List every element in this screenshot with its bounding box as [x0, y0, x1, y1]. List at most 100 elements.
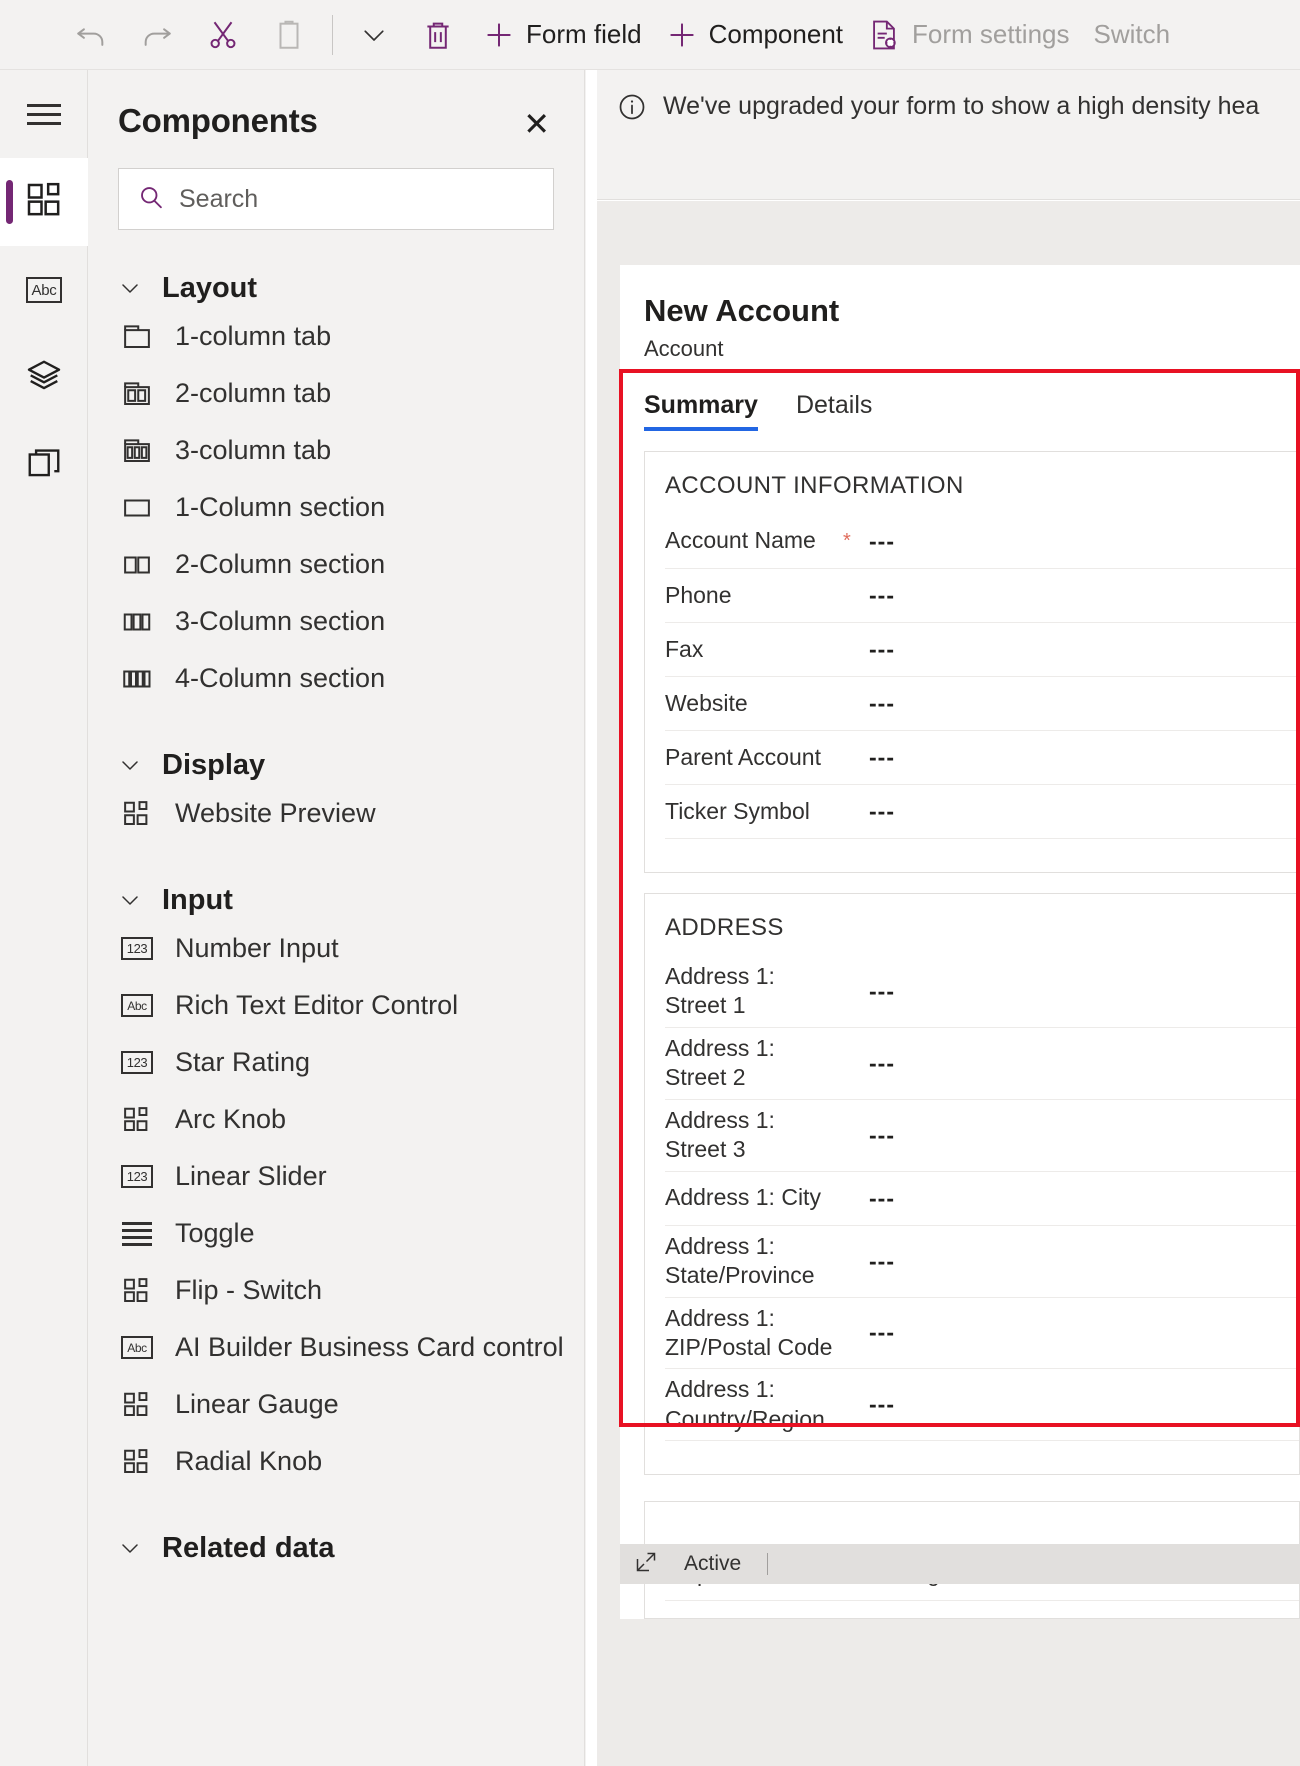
section-account-information[interactable]: ACCOUNT INFORMATION Account Name * --- P…: [644, 451, 1300, 873]
redo-button[interactable]: [124, 7, 190, 63]
page-title: Components: [118, 102, 318, 139]
component-item-flip-switch[interactable]: Flip - Switch: [88, 1262, 584, 1319]
chevron-down-icon: [359, 20, 389, 50]
field-row-address-city[interactable]: Address 1: City ---: [665, 1170, 1299, 1225]
tab-details[interactable]: Details: [796, 391, 872, 431]
component-item-radial-knob[interactable]: Radial Knob: [88, 1433, 584, 1490]
component-item-linear-slider[interactable]: 123 Linear Slider: [88, 1148, 584, 1205]
component-item-website-preview[interactable]: Website Preview: [88, 785, 584, 842]
component-item-2-column-section[interactable]: 2-Column section: [88, 536, 584, 593]
group-header-related-data[interactable]: Related data: [88, 1528, 584, 1568]
group-label: Related data: [162, 1531, 335, 1564]
component-item-star-rating[interactable]: 123 Star Rating: [88, 1034, 584, 1091]
field-value: ---: [869, 690, 895, 716]
section-address[interactable]: ADDRESS Address 1: Street 1 --- Address …: [644, 893, 1300, 1476]
component-item-label: Website Preview: [175, 798, 376, 828]
field-value: ---: [869, 798, 895, 824]
info-icon: [617, 92, 647, 127]
component-item-label: 2-Column section: [175, 549, 386, 579]
section-1col-icon: [120, 491, 154, 525]
section-3col-icon: [120, 605, 154, 639]
delete-button[interactable]: [405, 7, 471, 63]
map-drop-zone[interactable]: [665, 1600, 1299, 1618]
cut-button[interactable]: [190, 7, 256, 63]
field-value: ---: [869, 636, 895, 662]
field-label: Fax: [665, 635, 704, 662]
section-drop-zone[interactable]: [665, 1440, 1299, 1474]
add-component-button[interactable]: Component: [654, 7, 855, 63]
paste-button[interactable]: [256, 7, 322, 63]
group-header-input[interactable]: Input: [88, 880, 584, 920]
upgrade-notification: We've upgraded your form to show a high …: [597, 70, 1300, 200]
tab-summary[interactable]: Summary: [644, 391, 758, 431]
component-item-rich-text-editor-control[interactable]: Abc Rich Text Editor Control: [88, 977, 584, 1034]
add-form-field-button[interactable]: Form field: [471, 7, 654, 63]
sidebar-item-form-libraries[interactable]: [0, 422, 88, 510]
component-item-1-column-section[interactable]: 1-Column section: [88, 479, 584, 536]
field-row-phone[interactable]: Phone ---: [665, 568, 1299, 622]
component-item-toggle[interactable]: Toggle: [88, 1205, 584, 1262]
field-row-website[interactable]: Website ---: [665, 676, 1299, 730]
field-value: ---: [869, 1184, 895, 1211]
sidebar-item-fields[interactable]: Abc: [0, 246, 88, 334]
layers-icon: [25, 357, 63, 400]
component-item-ai-builder-business-card-control[interactable]: Abc AI Builder Business Card control: [88, 1319, 584, 1376]
section-title: ADDRESS: [665, 914, 784, 941]
component-icon: [120, 797, 154, 831]
abc-icon: Abc: [26, 277, 62, 303]
form-settings-label: Form settings: [912, 19, 1070, 49]
field-row-address-zip-postal-code[interactable]: Address 1: ZIP/Postal Code ---: [665, 1296, 1299, 1369]
component-item-label: Flip - Switch: [175, 1275, 323, 1305]
sidebar-item-components[interactable]: [0, 158, 88, 246]
section-title: ACCOUNT INFORMATION: [665, 472, 964, 499]
field-row-account-name[interactable]: Account Name * ---: [665, 514, 1299, 568]
component-item-label: 3-Column section: [175, 606, 386, 636]
search-input[interactable]: Search: [118, 168, 554, 230]
group-header-display[interactable]: Display: [88, 745, 584, 785]
field-value: ---: [869, 744, 895, 770]
field-value: ---: [869, 977, 895, 1004]
component-item-label: Arc Knob: [175, 1104, 287, 1134]
field-row-address-street-1[interactable]: Address 1: Street 1 ---: [665, 956, 1299, 1027]
component-item-3-column-section[interactable]: 3-Column section: [88, 593, 584, 650]
component-item-label: Radial Knob: [175, 1446, 323, 1476]
field-row-address-street-2[interactable]: Address 1: Street 2 ---: [665, 1026, 1299, 1099]
field-value: ---: [869, 1391, 895, 1418]
undo-button[interactable]: [58, 7, 124, 63]
sidebar-item-menu[interactable]: [0, 70, 88, 158]
component-item-arc-knob[interactable]: Arc Knob: [88, 1091, 584, 1148]
field-label: Phone: [665, 581, 732, 608]
field-row-address-country-region[interactable]: Address 1: Country/Region ---: [665, 1368, 1299, 1440]
form-settings-button[interactable]: Form settings: [855, 7, 1082, 63]
component-item-4-column-section[interactable]: 4-Column section: [88, 650, 584, 707]
scissors-icon: [206, 18, 240, 52]
sidebar-item-tree-view[interactable]: [0, 334, 88, 422]
more-commands-button[interactable]: [343, 7, 405, 63]
search-placeholder: Search: [179, 184, 259, 213]
switch-button[interactable]: Switch: [1082, 7, 1183, 63]
component-item-2-column-tab[interactable]: 2-column tab: [88, 365, 584, 422]
field-label: Address 1: City: [665, 1184, 821, 1211]
component-item-1-column-tab[interactable]: 1-column tab: [88, 308, 584, 365]
component-item-number-input[interactable]: 123 Number Input: [88, 920, 584, 977]
group-header-layout[interactable]: Layout: [88, 268, 584, 308]
popout-icon[interactable]: [634, 1550, 658, 1579]
field-row-fax[interactable]: Fax ---: [665, 622, 1299, 676]
left-rail: Abc: [0, 70, 88, 1766]
close-icon[interactable]: ✕: [519, 102, 554, 146]
status-badge: Active: [684, 1552, 742, 1575]
chevron-down-icon: [118, 753, 142, 777]
group-label: Input: [162, 883, 233, 916]
form-sections: ACCOUNT INFORMATION Account Name * --- P…: [620, 451, 1300, 1620]
chevron-down-icon: [118, 276, 142, 300]
component-item-label: Number Input: [175, 933, 339, 963]
component-item-linear-gauge[interactable]: Linear Gauge: [88, 1376, 584, 1433]
component-item-3-column-tab[interactable]: 3-column tab: [88, 422, 584, 479]
component-item-label: Linear Gauge: [175, 1389, 339, 1419]
field-row-address-street-3[interactable]: Address 1: Street 3 ---: [665, 1098, 1299, 1171]
section-drop-zone[interactable]: [665, 838, 1299, 872]
command-bar: Form field Component Form settings Switc…: [0, 0, 1300, 70]
field-row-ticker-symbol[interactable]: Ticker Symbol ---: [665, 784, 1299, 838]
field-row-parent-account[interactable]: Parent Account ---: [665, 730, 1299, 784]
field-row-address-state-province[interactable]: Address 1: State/Province ---: [665, 1224, 1299, 1297]
